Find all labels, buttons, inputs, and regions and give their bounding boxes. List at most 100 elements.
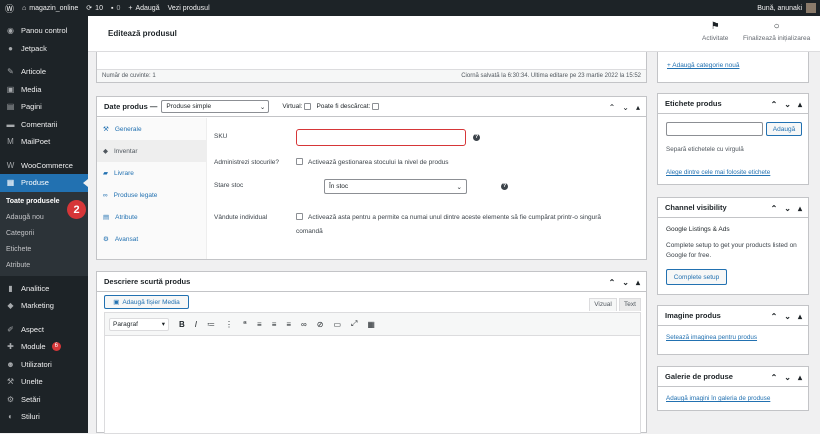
tab-inventory[interactable]: ◆ Inventar — [97, 140, 206, 162]
menu-users[interactable]: ☻ Utilizatori — [0, 356, 88, 374]
add-category-link[interactable]: + Adaugă categorie nouă — [667, 62, 739, 69]
box-controls: ⌃ ⌄ ▴ — [771, 94, 802, 114]
tags-hint: Separă etichetele cu virgulă — [666, 146, 744, 153]
updates-link[interactable]: ⟳ 10 — [86, 4, 103, 13]
downloadable-checkbox[interactable] — [372, 103, 380, 110]
page-icon: ▤ — [6, 102, 15, 112]
manage-stock-checkbox[interactable] — [296, 158, 303, 165]
my-account[interactable]: Bună, anunaki — [757, 0, 816, 16]
menu-appearance[interactable]: ✐ Aspect — [0, 321, 88, 339]
activity-button[interactable]: ⚑ Activitate — [702, 21, 728, 42]
toggle-icon[interactable]: ▴ — [798, 312, 802, 321]
menu-jetpack[interactable]: ● Jetpack — [0, 40, 88, 58]
move-up-icon[interactable]: ⌃ — [771, 204, 778, 213]
format-select[interactable]: Paragraf ▾ — [109, 317, 169, 331]
link-icon[interactable]: ∞ — [301, 320, 307, 329]
move-down-icon[interactable]: ⌄ — [784, 204, 791, 213]
tab-linked-products[interactable]: ∞ Produse legate — [97, 184, 206, 206]
toggle-icon[interactable]: ▴ — [798, 100, 802, 109]
menu-tools[interactable]: ⚒ Unelte — [0, 373, 88, 391]
view-product-link[interactable]: Vezi produsul — [168, 5, 210, 12]
finish-setup-button[interactable]: ○ Finalizează inițializarea — [743, 21, 810, 42]
wordpress-logo-icon[interactable]: Ⓦ — [5, 2, 14, 15]
tab-attributes[interactable]: ▤ Atribute — [97, 206, 206, 228]
move-down-icon[interactable]: ⌄ — [784, 312, 791, 321]
toggle-icon[interactable]: ▴ — [636, 278, 640, 287]
move-down-icon[interactable]: ⌄ — [784, 100, 791, 109]
add-gallery-images-link[interactable]: Adaugă imagini în galeria de produse — [666, 395, 770, 402]
submenu-categories[interactable]: Categorii — [0, 226, 88, 242]
add-media-button[interactable]: ▣ Adaugă fișier Media — [104, 295, 189, 309]
move-up-icon[interactable]: ⌃ — [771, 312, 778, 321]
menu-mailpoet[interactable]: M MailPoet — [0, 133, 88, 151]
add-tag-button[interactable]: Adaugă — [766, 122, 802, 136]
tab-shipping[interactable]: ▰ Livrare — [97, 162, 206, 184]
set-product-image-link[interactable]: Setează imaginea pentru produs — [666, 334, 757, 341]
tab-advanced[interactable]: ⚙ Avansat — [97, 228, 206, 250]
move-up-icon[interactable]: ⌃ — [771, 100, 778, 109]
toolbar-toggle-icon[interactable]: ▦ — [367, 320, 375, 329]
admin-sidebar: ◉ Panou control ● Jetpack ✎ Articole ▣ Media… — [0, 16, 88, 433]
site-name-link[interactable]: ⌂ magazin_online — [22, 5, 78, 12]
autosave-status: Ciornă salvată la 6:30:34. Ultima editar… — [461, 73, 641, 79]
tab-visual[interactable]: Vizual — [589, 298, 617, 311]
comments-link[interactable]: ▪ 0 — [111, 5, 120, 12]
submenu-attributes[interactable]: Atribute — [0, 258, 88, 274]
menu-products[interactable]: ▦ Produse — [0, 174, 88, 192]
toggle-icon[interactable]: ▴ — [798, 373, 802, 382]
bullet-list-icon[interactable]: ≔ — [207, 320, 215, 329]
menu-posts[interactable]: ✎ Articole — [0, 63, 88, 81]
italic-icon[interactable]: I — [195, 320, 197, 329]
menu-settings[interactable]: ⚙ Setări — [0, 391, 88, 409]
bold-icon[interactable]: B — [179, 320, 185, 329]
numbered-list-icon[interactable]: ⋮ — [225, 320, 233, 329]
tab-general[interactable]: ⚒ Generale — [97, 118, 206, 140]
virtual-label: Virtual: — [282, 103, 303, 110]
submenu-tags[interactable]: Etichete — [0, 242, 88, 258]
more-tag-icon[interactable]: ▭ — [333, 320, 341, 329]
toggle-icon[interactable]: ▴ — [798, 204, 802, 213]
menu-pages[interactable]: ▤ Pagini — [0, 98, 88, 116]
sku-input[interactable] — [296, 129, 466, 146]
fullscreen-icon[interactable]: ⤢ — [351, 319, 357, 329]
tag-input[interactable] — [666, 122, 763, 136]
avatar — [806, 3, 816, 13]
menu-styles[interactable]: ◐ Stiluri — [0, 408, 88, 426]
move-down-icon[interactable]: ⌄ — [622, 103, 629, 112]
menu-woocommerce[interactable]: W WooCommerce — [0, 157, 88, 175]
menu-media[interactable]: ▣ Media — [0, 81, 88, 99]
stock-status-select[interactable]: În stoc ⌄ — [324, 179, 467, 194]
align-right-icon[interactable]: ≡ — [286, 320, 291, 329]
move-down-icon[interactable]: ⌄ — [622, 278, 629, 287]
menu-analytics[interactable]: ▮ Analitice — [0, 280, 88, 298]
sold-individually-checkbox[interactable] — [296, 213, 303, 220]
page-title: Editează produsul — [108, 29, 177, 38]
menu-comments[interactable]: ▬ Comentarii — [0, 116, 88, 134]
align-center-icon[interactable]: ≡ — [272, 320, 277, 329]
move-down-icon[interactable]: ⌄ — [784, 373, 791, 382]
short-description-editor[interactable] — [104, 336, 641, 434]
move-up-icon[interactable]: ⌃ — [771, 373, 778, 382]
stock-status-label: Stare stoc — [214, 182, 244, 189]
move-up-icon[interactable]: ⌃ — [609, 278, 616, 287]
chart-icon: ▮ — [8, 283, 13, 293]
flag-icon: ⚑ — [710, 21, 720, 32]
menu-marketing[interactable]: ◆ Marketing — [0, 297, 88, 315]
menu-dashboard[interactable]: ◉ Panou control — [0, 22, 88, 40]
complete-setup-button[interactable]: Complete setup — [666, 269, 727, 285]
choose-tags-link[interactable]: Alege dintre cele mai folosite etichete — [666, 169, 770, 176]
product-type-select[interactable]: Produse simple ⌄ — [161, 100, 270, 113]
add-new-link[interactable]: + Adaugă — [128, 5, 159, 12]
stock-help-icon[interactable]: ? — [501, 183, 508, 190]
align-left-icon[interactable]: ≡ — [257, 320, 262, 329]
menu-plugins[interactable]: ✚ Module 6 — [0, 338, 88, 356]
unlink-icon[interactable]: ⊘ — [317, 320, 324, 329]
toggle-icon[interactable]: ▴ — [636, 103, 640, 112]
product-tags-box: Etichete produs ⌃ ⌄ ▴ Adaugă Separă etiche… — [657, 93, 809, 185]
move-up-icon[interactable]: ⌃ — [609, 103, 616, 112]
sku-help-icon[interactable]: ? — [473, 134, 480, 141]
quote-icon[interactable]: “ — [243, 320, 247, 329]
virtual-checkbox[interactable] — [304, 103, 312, 110]
media-icon: ▣ — [113, 299, 120, 306]
tab-text[interactable]: Text — [619, 298, 641, 311]
